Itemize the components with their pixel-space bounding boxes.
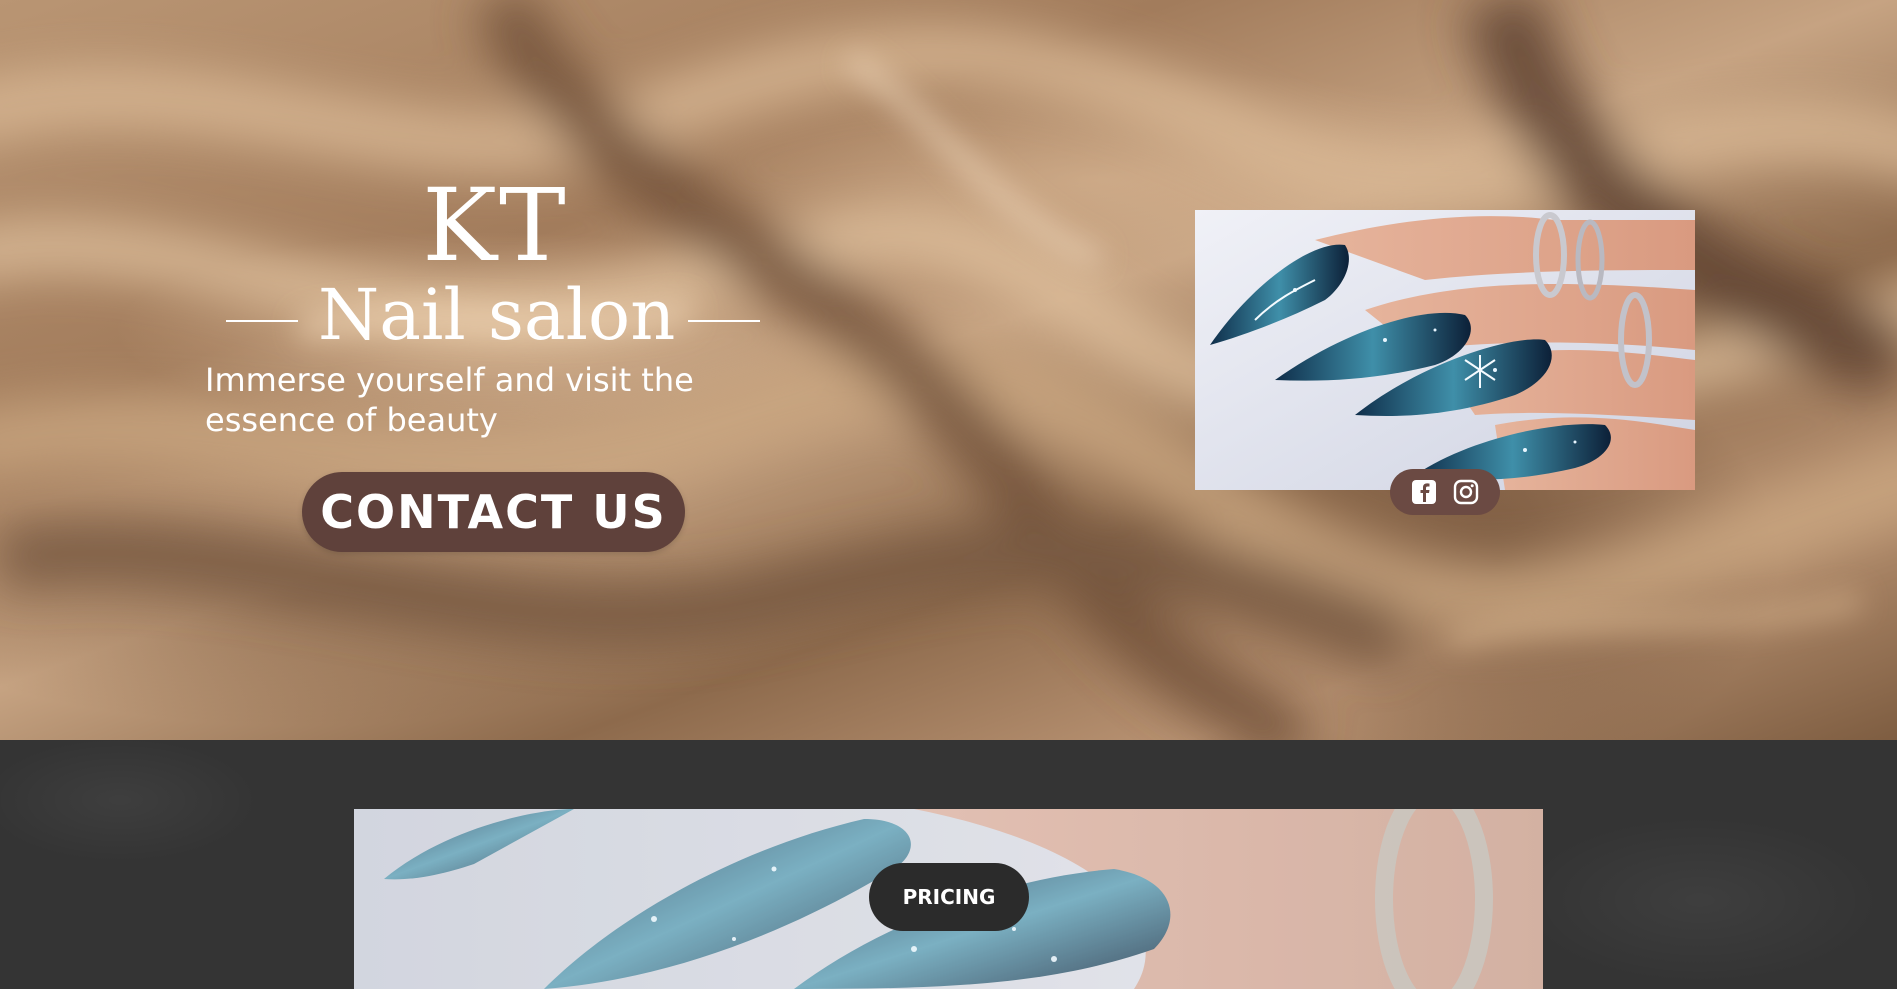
hero-section: KT Nail salon Immerse yourself and visit… xyxy=(0,0,1897,740)
pricing-button[interactable]: PRICING xyxy=(869,863,1029,931)
facebook-icon[interactable] xyxy=(1410,478,1438,506)
brand-title: KT xyxy=(422,167,568,284)
brand-subtitle: Nail salon xyxy=(318,274,676,356)
brand-divider-right xyxy=(688,320,760,322)
tagline-line-2: essence of beauty xyxy=(205,401,498,439)
hero-nail-photo xyxy=(1195,210,1695,490)
instagram-icon[interactable] xyxy=(1452,478,1480,506)
brand-divider-left xyxy=(226,320,298,322)
contact-us-button[interactable]: CONTACT US xyxy=(302,472,685,552)
page: KT Nail salon Immerse yourself and visit… xyxy=(0,0,1897,989)
social-links-bar xyxy=(1390,469,1500,515)
tagline-line-1: Immerse yourself and visit the xyxy=(205,361,694,399)
nail-illustration xyxy=(1195,210,1695,490)
tagline: Immerse yourself and visit the essence o… xyxy=(205,360,725,440)
